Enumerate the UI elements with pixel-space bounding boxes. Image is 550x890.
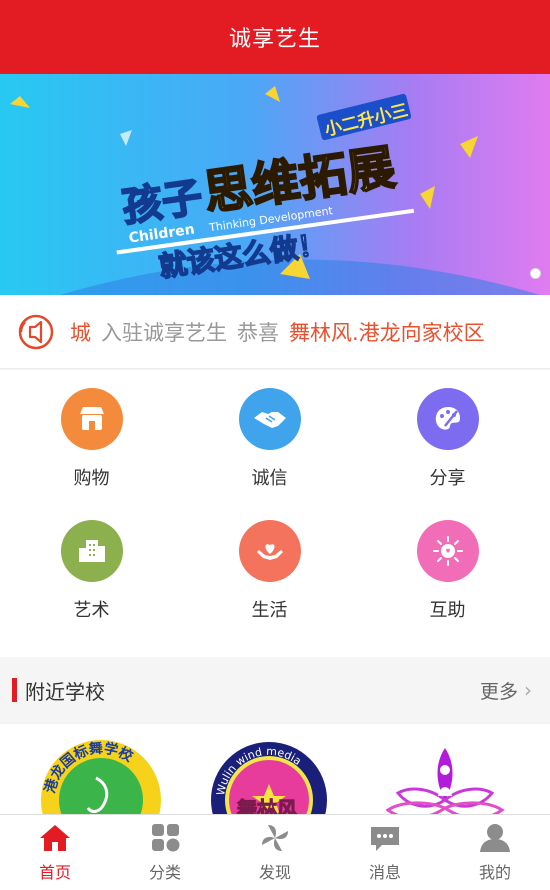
- banner-carousel[interactable]: 小二升小三 孩子 思维拓展 Children Thinking Developm…: [0, 74, 550, 295]
- category-label: 分享: [429, 468, 466, 489]
- top-bar: 诚享艺生: [0, 0, 550, 74]
- palette-icon: [416, 388, 479, 450]
- nearby-schools-header: 附近学校 更多 ›: [0, 657, 550, 723]
- category-label: 艺术: [73, 600, 110, 621]
- school-card[interactable]: 港龙国标舞学校: [36, 738, 166, 816]
- sun-heart-icon: [416, 520, 479, 582]
- tab-label: 消息: [368, 863, 401, 882]
- tab-home[interactable]: 首页: [0, 815, 110, 890]
- lotus-yoga-logo: [385, 748, 505, 816]
- category-mutual-aid[interactable]: 互助: [356, 502, 539, 632]
- category-icon: [152, 824, 180, 852]
- more-label: 更多: [479, 680, 518, 703]
- notice-bar[interactable]: 城 入驻诚享艺生 恭喜 舞林风.港龙向家校区: [0, 295, 550, 369]
- school-list: 港龙国标舞学校 Wulin wind media 舞林风: [0, 724, 550, 816]
- profile-icon: [480, 824, 510, 852]
- category-art[interactable]: 艺术: [0, 502, 183, 632]
- notice-text-4: 舞林风.港龙向家校区: [289, 320, 485, 345]
- home-icon: [40, 825, 70, 851]
- school-logo: Wulin wind media 舞林风: [211, 742, 327, 816]
- tab-label: 发现: [258, 863, 291, 882]
- handshake-icon: [238, 388, 301, 450]
- tab-discover[interactable]: 发现: [220, 815, 330, 890]
- tab-label: 首页: [38, 863, 71, 882]
- page-title: 诚享艺生: [228, 27, 321, 52]
- app: 诚享艺生 小二升小三 孩子 思维拓展 Children Thinking Dev…: [0, 0, 550, 890]
- message-icon: [371, 827, 399, 851]
- category-label: 诚信: [251, 468, 288, 489]
- tab-label: 分类: [148, 863, 181, 882]
- school-card[interactable]: [380, 738, 510, 816]
- more-link[interactable]: 更多 ›: [480, 677, 532, 704]
- building-icon: [60, 520, 123, 582]
- pinwheel-icon: [262, 825, 288, 851]
- banner-image: 小二升小三 孩子 思维拓展 Children Thinking Developm…: [0, 74, 550, 295]
- school-card[interactable]: Wulin wind media 舞林风: [204, 738, 334, 816]
- notice-text-1: 城: [70, 320, 91, 345]
- notice-text-3: 恭喜: [237, 320, 279, 345]
- category-label: 生活: [251, 600, 288, 621]
- category-shopping[interactable]: 购物: [0, 370, 183, 500]
- store-icon: [60, 388, 123, 450]
- school-logo: 港龙国标舞学校: [41, 740, 161, 816]
- category-label: 互助: [429, 600, 466, 621]
- chevron-right-icon: ›: [524, 678, 532, 702]
- category-life[interactable]: 生活: [178, 502, 361, 632]
- category-share[interactable]: 分享: [356, 370, 539, 500]
- bottom-tab-bar: 首页 分类 发现 消息 我的: [0, 814, 550, 890]
- tab-messages[interactable]: 消息: [330, 815, 440, 890]
- category-label: 购物: [73, 468, 110, 489]
- tab-category[interactable]: 分类: [110, 815, 220, 890]
- tab-profile[interactable]: 我的: [440, 815, 550, 890]
- carousel-indicator[interactable]: [530, 268, 541, 279]
- speaker-icon: [18, 314, 54, 349]
- notice-text-2: 入驻诚享艺生: [101, 320, 227, 345]
- section-accent-bar: [12, 678, 17, 702]
- category-grid: 购物 诚信 分享 艺术 生活 互助: [0, 370, 550, 657]
- category-credit[interactable]: 诚信: [178, 370, 361, 500]
- notice-marquee: 城 入驻诚享艺生 恭喜 舞林风.港龙向家校区: [70, 317, 485, 347]
- section-title: 附近学校: [25, 679, 105, 704]
- heart-hands-icon: [238, 520, 301, 582]
- tab-label: 我的: [478, 863, 511, 882]
